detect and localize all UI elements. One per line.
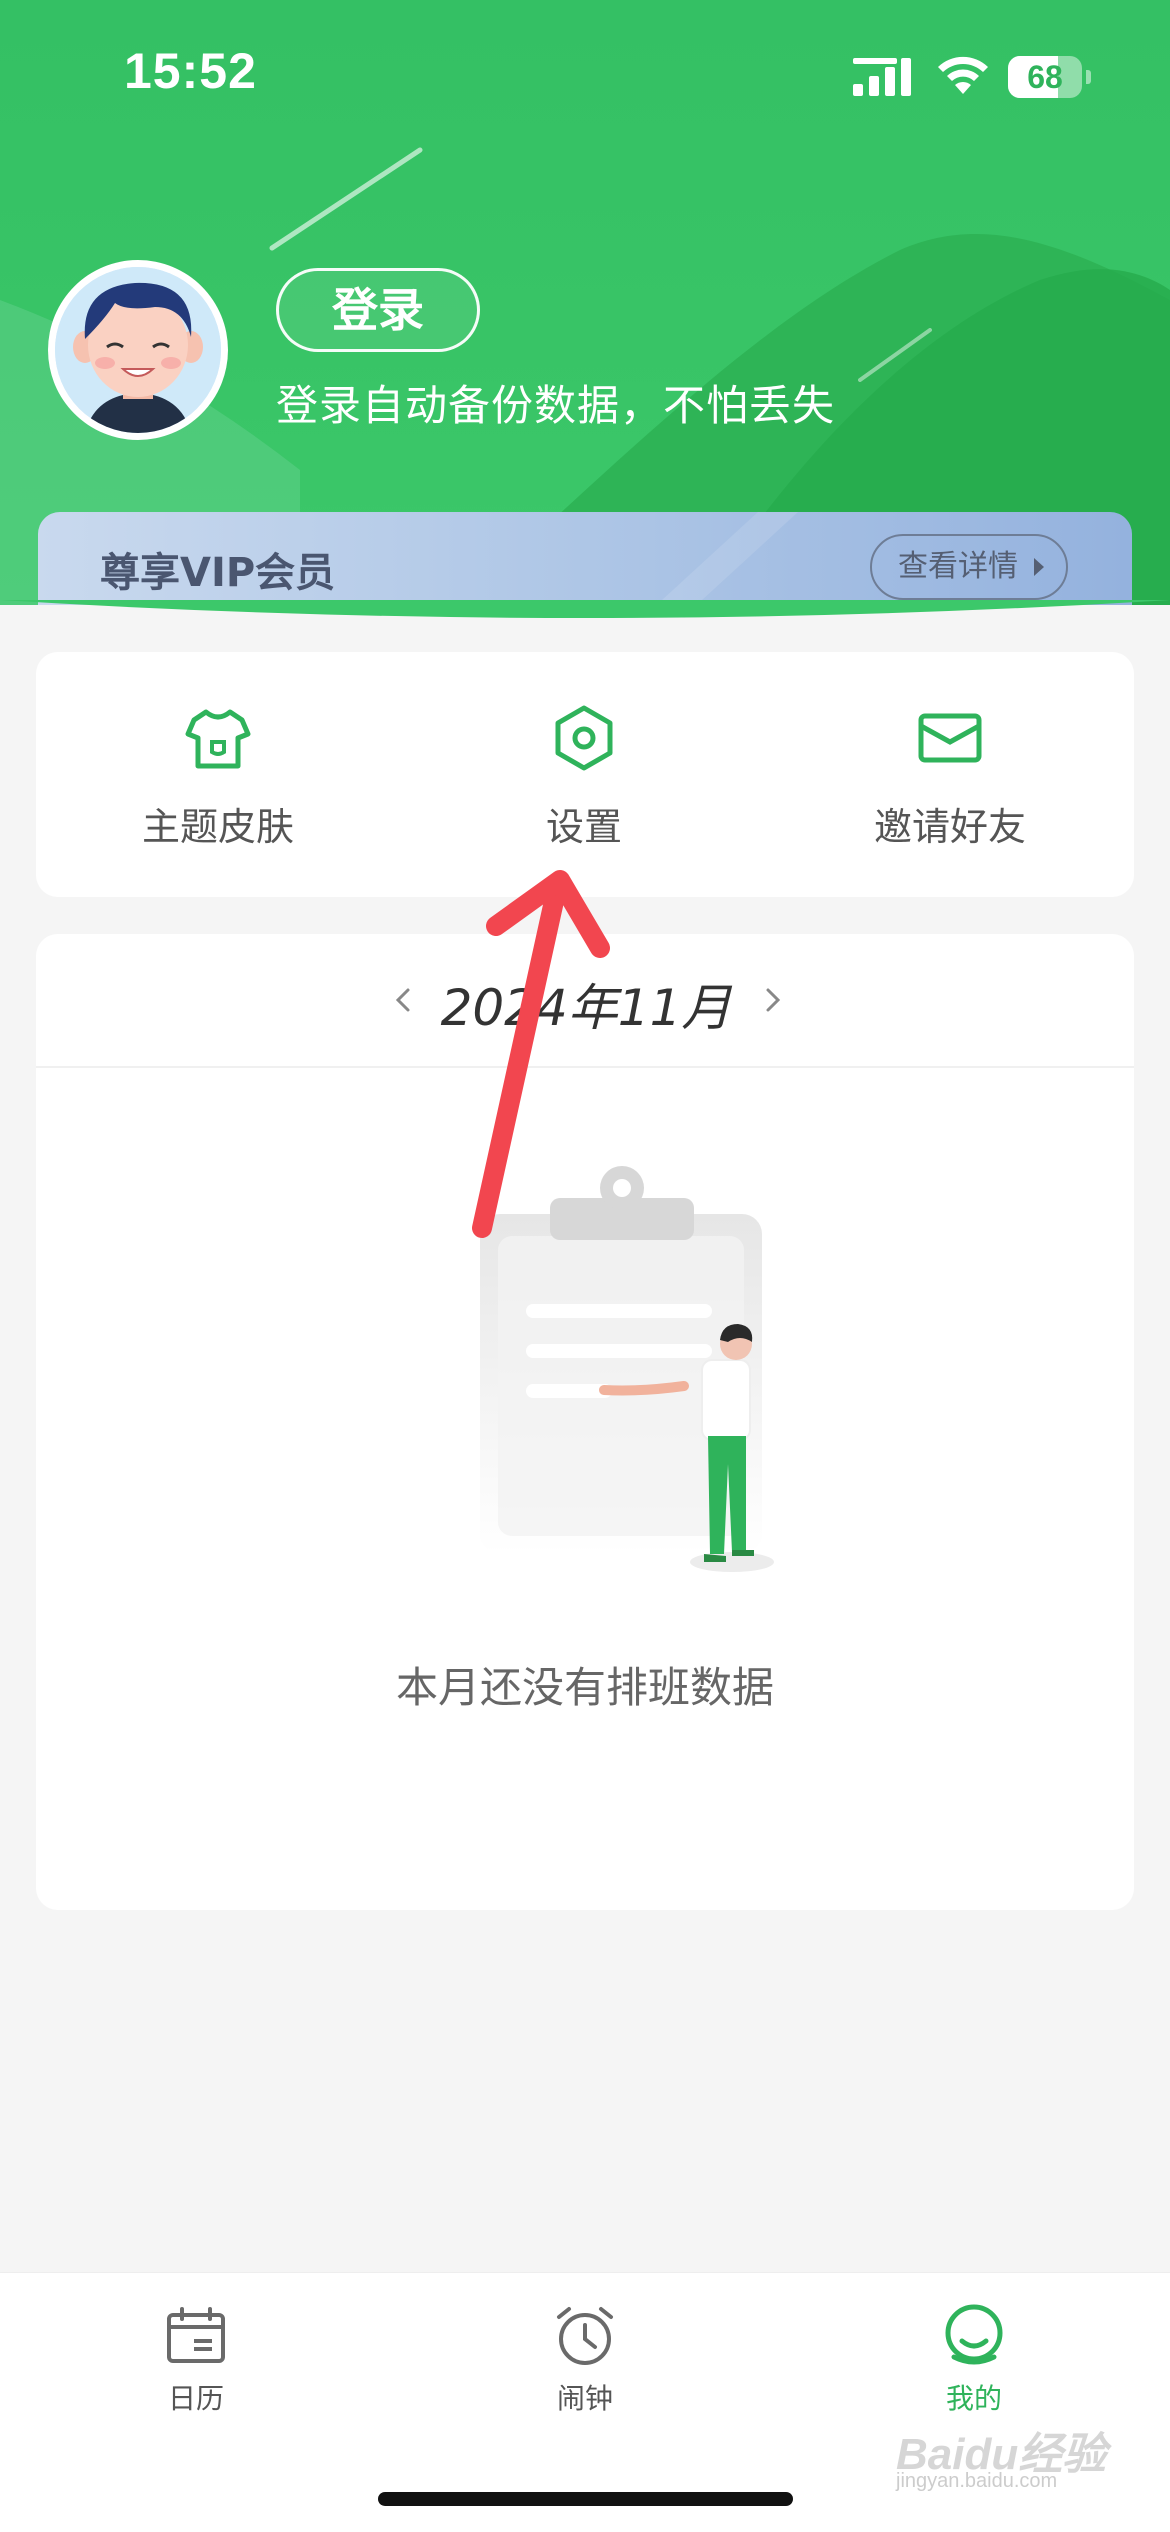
menu-item-settings[interactable]: 设置 (434, 652, 734, 897)
status-time: 15:52 (124, 43, 257, 99)
home-indicator (378, 2492, 793, 2506)
avatar-face-icon (55, 267, 221, 433)
profile-face-icon (945, 2304, 1003, 2365)
vip-detail-button[interactable]: 查看详情 (870, 534, 1068, 600)
calendar-icon (167, 2307, 225, 2363)
header-curve (0, 600, 1170, 618)
tab-mine[interactable]: 我的 (874, 2303, 1074, 2433)
menu-label-settings: 设置 (545, 805, 622, 849)
alarm-clock-icon (557, 2307, 613, 2365)
cellular-signal-icon (853, 58, 911, 96)
vip-title: 尊享VIP会员 (100, 550, 336, 596)
menu-label-invite-friends: 邀请好友 (873, 805, 1026, 849)
tab-calendar[interactable]: 日历 (96, 2303, 296, 2433)
menu-item-theme-skin[interactable]: 主题皮肤 (68, 652, 368, 897)
empty-clipboard-illustration (480, 1166, 774, 1572)
login-subtitle: 登录自动备份数据，不怕丢失 (276, 381, 836, 430)
tab-label-mine: 我的 (945, 2382, 1002, 2415)
tab-label-calendar: 日历 (167, 2382, 224, 2415)
tab-label-alarm: 闹钟 (556, 2382, 613, 2415)
avatar[interactable] (48, 260, 228, 440)
menu-label-theme-skin: 主题皮肤 (141, 805, 294, 849)
watermark-sub: jingyan.baidu.com (896, 2470, 1058, 2492)
tab-alarm[interactable]: 闹钟 (485, 2303, 685, 2433)
vip-banner[interactable]: 尊享VIP会员 查看详情 (38, 512, 1132, 605)
gear-icon (555, 705, 613, 771)
month-title: 2024年11月 (440, 979, 732, 1037)
wifi-icon (938, 56, 988, 94)
tshirt-icon (185, 709, 251, 769)
calendar-card: 2024年11月 本月还没有排班数据 (36, 934, 1134, 1910)
profile-header: 15:52 68 登录 登录自动备份数据，不怕丢失 尊享VIP会员 查看详情 (0, 0, 1170, 605)
menu-item-invite-friends[interactable]: 邀请好友 (800, 652, 1100, 897)
quick-menu: 主题皮肤 设置 邀请好友 (36, 652, 1134, 897)
login-button[interactable]: 登录 (276, 268, 480, 352)
chevron-right-icon[interactable] (752, 978, 792, 1022)
empty-state-message: 本月还没有排班数据 (395, 1663, 774, 1712)
envelope-icon (918, 713, 982, 763)
status-bar: 15:52 68 (0, 0, 1170, 150)
battery-indicator: 68 (1008, 56, 1091, 98)
month-navigator: 2024年11月 (36, 934, 1134, 1068)
vip-detail-label: 查看详情 (898, 549, 1018, 584)
caret-right-icon (1034, 558, 1044, 576)
battery-level: 68 (1027, 59, 1063, 95)
